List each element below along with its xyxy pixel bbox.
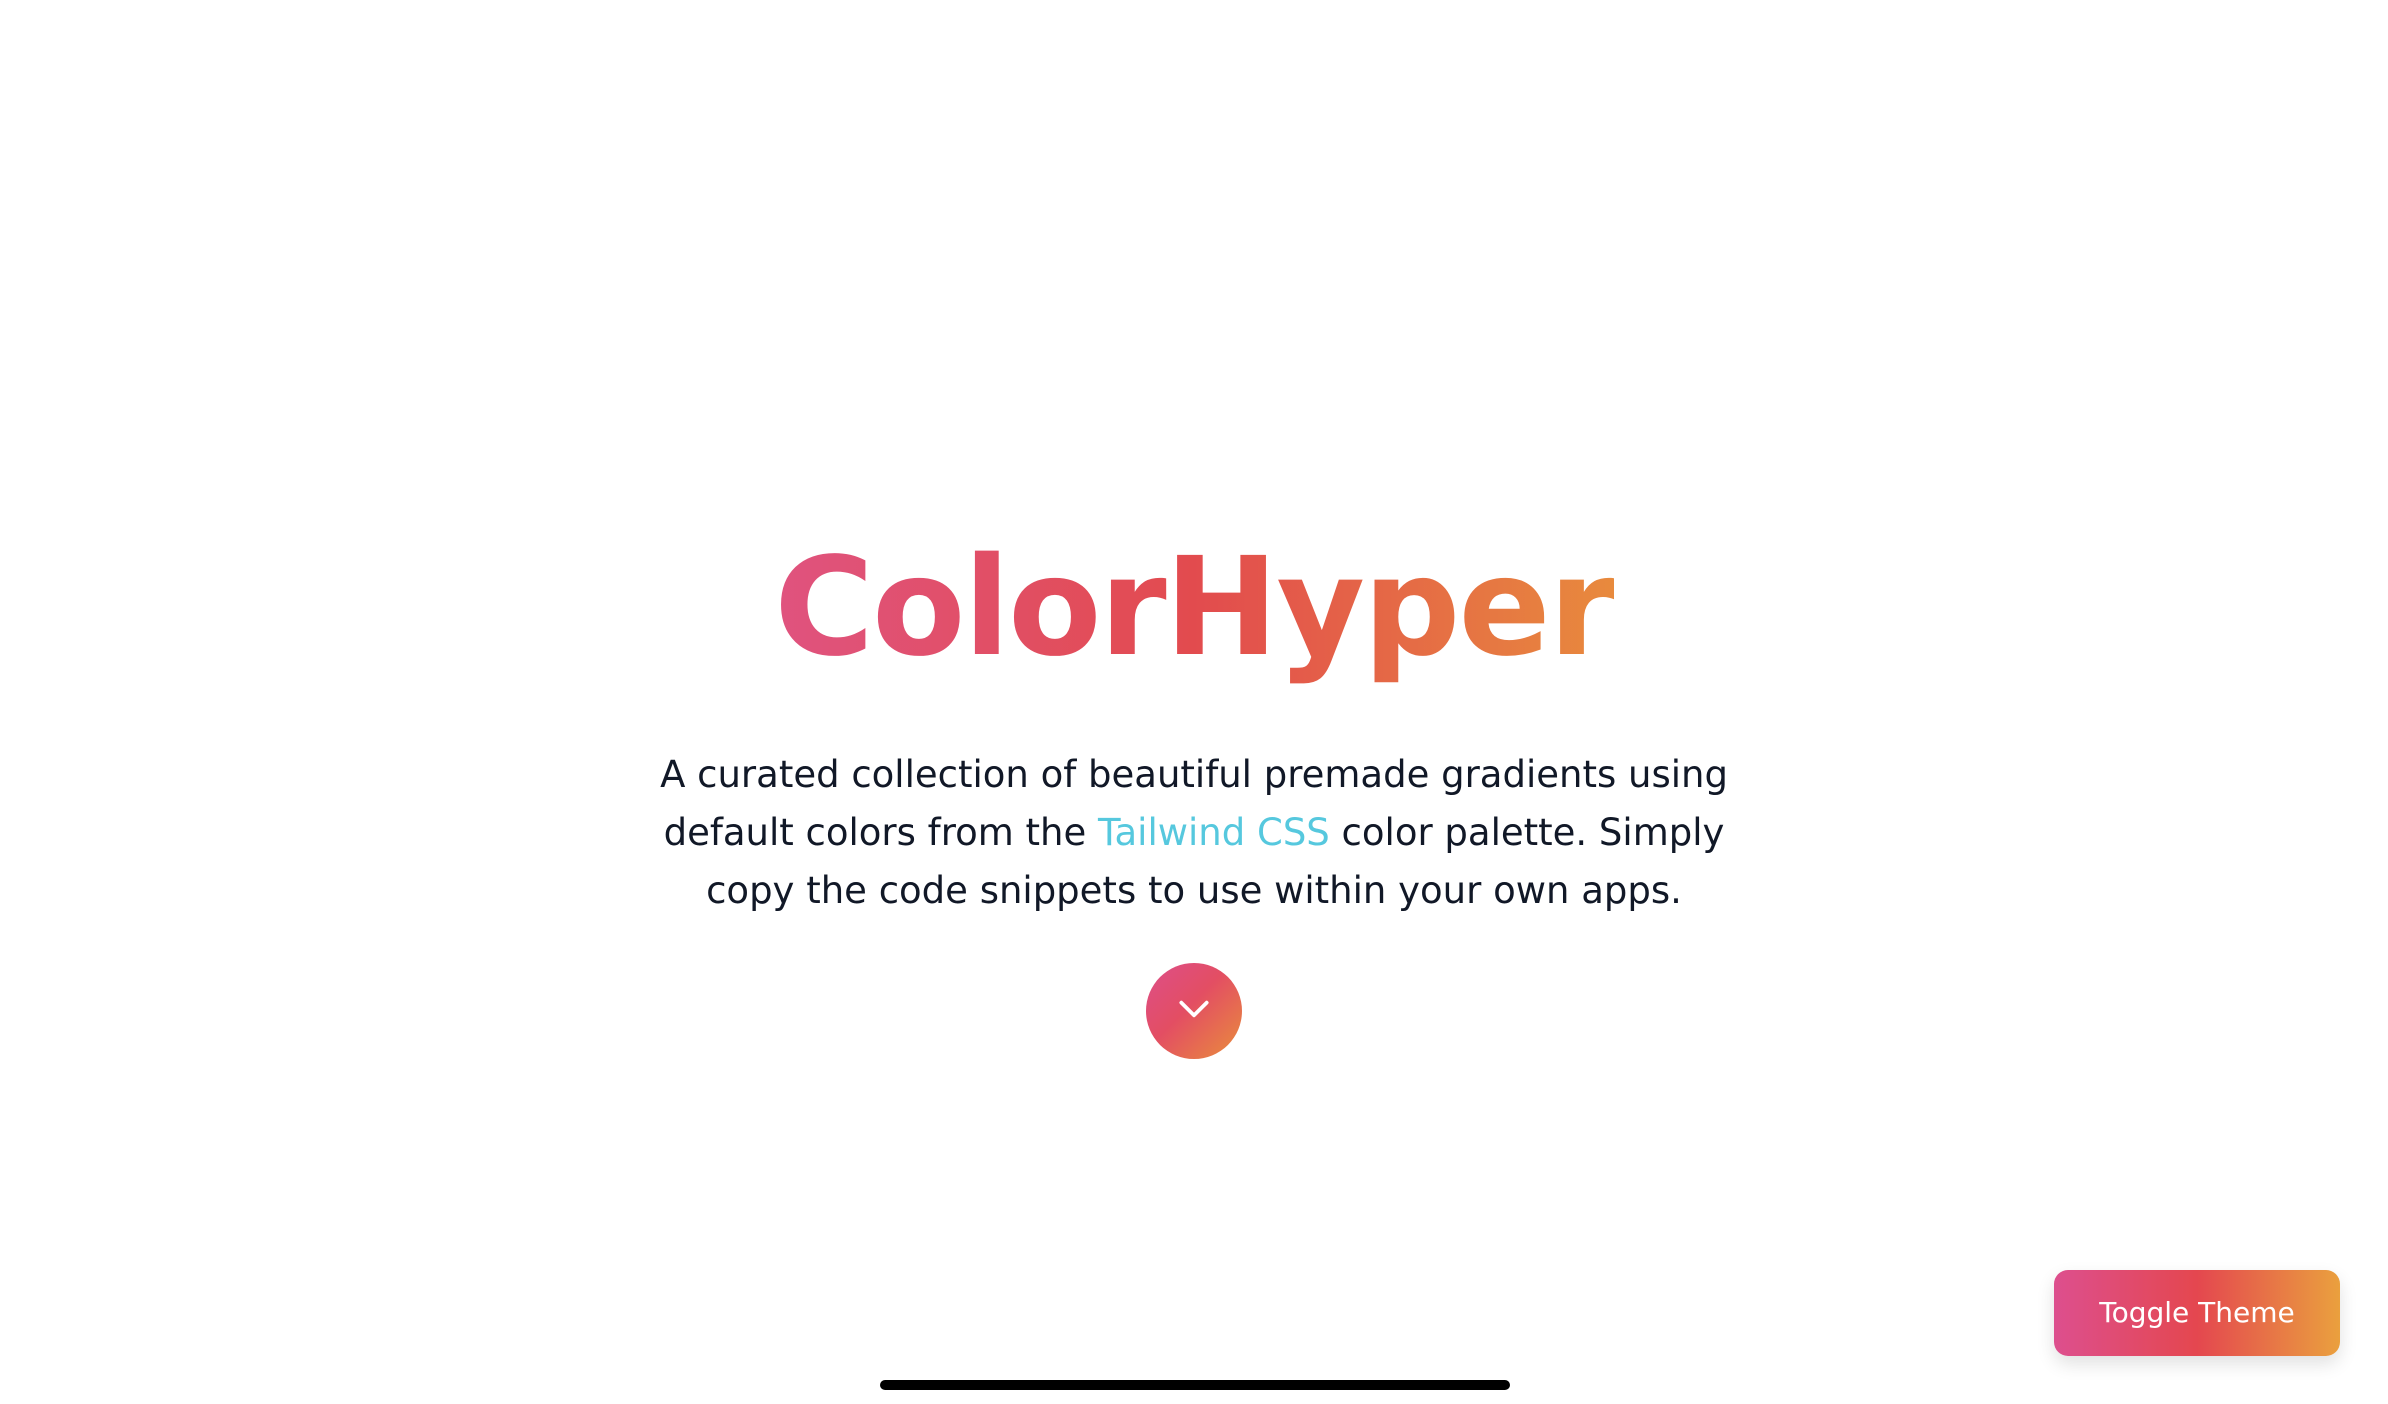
toggle-theme-button[interactable]: Toggle Theme <box>2054 1270 2340 1356</box>
page-title: ColorHyper <box>0 528 2388 688</box>
hero-description: A curated collection of beautiful premad… <box>624 746 1764 920</box>
hero-section: ColorHyper A curated collection of beaut… <box>0 0 2388 1404</box>
home-indicator <box>880 1380 1510 1390</box>
scroll-down-button[interactable] <box>1146 963 1242 1059</box>
title-text: ColorHyper <box>774 529 1615 687</box>
tailwind-css-link[interactable]: Tailwind CSS <box>1098 811 1330 854</box>
chevron-down-icon <box>1175 990 1213 1032</box>
